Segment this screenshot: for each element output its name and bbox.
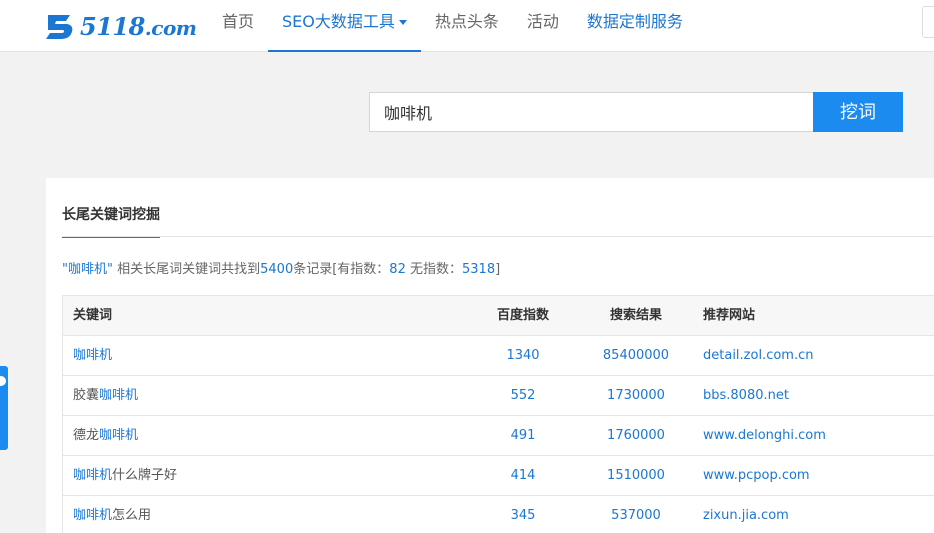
row-search-results[interactable]: 1760000 [583, 416, 689, 456]
summary-without-index: 5318 [462, 262, 496, 277]
table-body: 咖啡机 1340 85400000 detail.zol.com.cn 胶囊咖啡… [63, 336, 934, 533]
row-keyword[interactable]: 胶囊咖啡机 [73, 376, 138, 416]
summary-with-index: 82 [389, 262, 406, 277]
row-keyword[interactable]: 咖啡机什么牌子好 [73, 456, 177, 496]
row-search-results[interactable]: 1730000 [583, 376, 689, 416]
caret-down-icon [398, 20, 407, 25]
row-baidu-index[interactable]: 414 [473, 456, 573, 496]
float-contact-widget[interactable] [0, 366, 8, 450]
row-recommended-site[interactable]: www.delonghi.com [703, 416, 826, 456]
table-row: 咖啡机什么牌子好 414 1510000 www.pcpop.com [63, 456, 934, 496]
row-baidu-index[interactable]: 345 [473, 496, 573, 533]
table-header-row: 关键词 百度指数 搜索结果 推荐网站 [63, 296, 934, 336]
table-row: 胶囊咖啡机 552 1730000 bbs.8080.net [63, 376, 934, 416]
row-recommended-site[interactable]: zixun.jia.com [703, 496, 789, 533]
nav-hot-news[interactable]: 热点头条 [421, 0, 513, 52]
nav-data-custom[interactable]: 数据定制服务 [573, 0, 697, 52]
col-header-recommended-site[interactable]: 推荐网站 [703, 296, 755, 336]
header-right-control[interactable] [922, 6, 934, 38]
row-keyword[interactable]: 咖啡机怎么用 [73, 496, 151, 533]
row-recommended-site[interactable]: detail.zol.com.cn [703, 336, 813, 376]
row-search-results[interactable]: 1510000 [583, 456, 689, 496]
row-recommended-site[interactable]: www.pcpop.com [703, 456, 810, 496]
main-nav: 首页 SEO大数据工具 热点头条 活动 数据定制服务 [208, 0, 697, 52]
nav-home[interactable]: 首页 [208, 0, 268, 52]
summary-text-1: 相关长尾词关键词共找到 [117, 262, 261, 277]
table-row: 咖啡机 1340 85400000 detail.zol.com.cn [63, 336, 934, 376]
row-baidu-index[interactable]: 491 [473, 416, 573, 456]
nav-seo-tools[interactable]: SEO大数据工具 [268, 0, 421, 52]
summary-total: 5400 [260, 262, 294, 277]
float-contact-icon [0, 376, 6, 386]
keyword-table: 关键词 百度指数 搜索结果 推荐网站 咖啡机 1340 85400000 det… [62, 295, 934, 533]
site-logo[interactable]: 5118.com [44, 8, 197, 44]
col-header-keyword[interactable]: 关键词 [73, 296, 112, 336]
tab-divider [62, 236, 934, 237]
row-baidu-index[interactable]: 552 [473, 376, 573, 416]
col-header-search-results[interactable]: 搜索结果 [583, 296, 689, 336]
table-row: 德龙咖啡机 491 1760000 www.delonghi.com [63, 416, 934, 456]
logo-text: 5118.com [80, 11, 197, 41]
row-keyword[interactable]: 咖啡机 [73, 336, 112, 376]
summary-text-2: 条记录[有指数： [293, 262, 390, 277]
row-keyword[interactable]: 德龙咖啡机 [73, 416, 138, 456]
table-row: 咖啡机怎么用 345 537000 zixun.jia.com [63, 496, 934, 533]
summary-close: ] [495, 262, 501, 277]
nav-events[interactable]: 活动 [513, 0, 573, 52]
results-panel: 长尾关键词挖掘 "咖啡机" 相关长尾词关键词共找到5400条记录[有指数：82 … [46, 178, 934, 533]
tab-longtail-keywords[interactable]: 长尾关键词挖掘 [62, 204, 160, 238]
row-recommended-site[interactable]: bbs.8080.net [703, 376, 789, 416]
row-search-results[interactable]: 537000 [583, 496, 689, 533]
5118-logo-icon [46, 15, 73, 39]
results-summary: "咖啡机" 相关长尾词关键词共找到5400条记录[有指数：82 无指数：5318… [62, 258, 500, 277]
keyword-search-input[interactable] [369, 92, 814, 132]
mine-words-button[interactable]: 挖词 [813, 92, 903, 132]
col-header-baidu-index[interactable]: 百度指数 [473, 296, 573, 336]
row-search-results[interactable]: 85400000 [583, 336, 689, 376]
summary-keyword: "咖啡机" [62, 262, 113, 277]
top-header: 5118.com 首页 SEO大数据工具 热点头条 活动 数据定制服务 [0, 0, 934, 52]
row-baidu-index[interactable]: 1340 [473, 336, 573, 376]
summary-text-3: 无指数： [409, 262, 462, 277]
